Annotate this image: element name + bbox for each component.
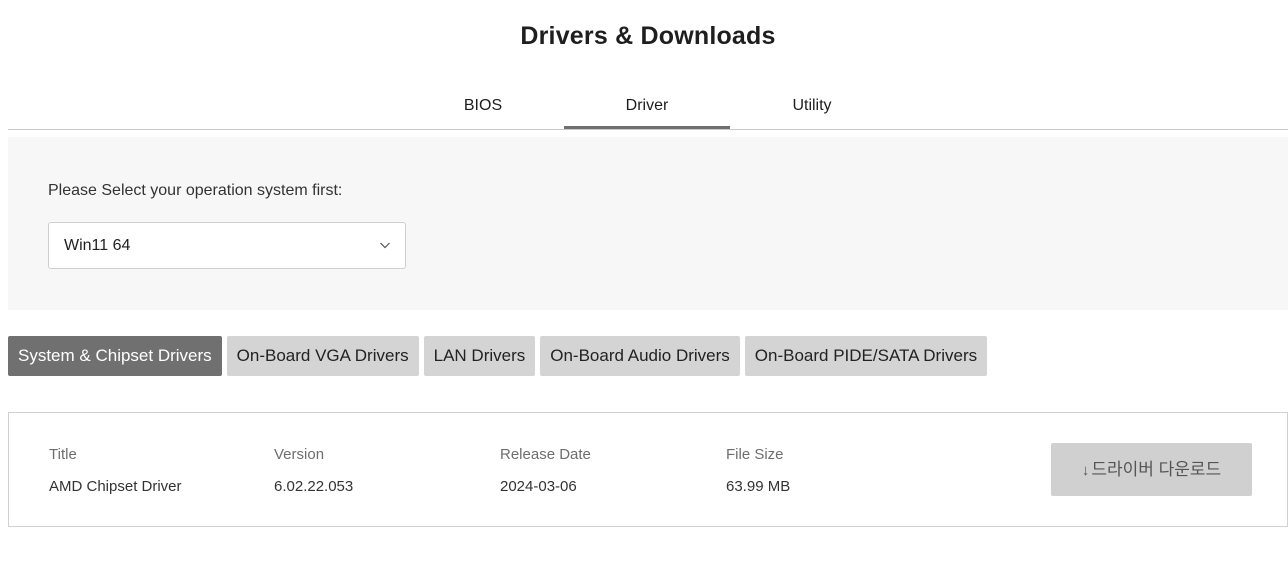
driver-title: AMD Chipset Driver — [49, 478, 182, 495]
tab-utility[interactable]: Utility — [729, 86, 895, 126]
os-selection-panel: Please Select your operation system firs… — [8, 137, 1288, 310]
category-onboard-pide-sata-drivers[interactable]: On-Board PIDE/SATA Drivers — [744, 336, 988, 376]
driver-file-size: 63.99 MB — [726, 478, 791, 495]
driver-release-date: 2024-03-06 — [500, 478, 577, 495]
drivers-downloads-page: Drivers & Downloads BIOS Driver Utility … — [0, 0, 1288, 562]
version-column: Version 6.02.22.053 — [274, 446, 353, 495]
category-system-chipset-drivers[interactable]: System & Chipset Drivers — [8, 336, 222, 376]
release-date-column: Release Date 2024-03-06 — [500, 446, 591, 495]
os-select-dropdown[interactable]: Win11 64 — [48, 222, 406, 269]
download-type-tabs: BIOS Driver Utility — [8, 86, 1288, 130]
driver-version: 6.02.22.053 — [274, 478, 354, 495]
title-column: Title AMD Chipset Driver — [49, 446, 182, 495]
category-onboard-vga-drivers[interactable]: On-Board VGA Drivers — [226, 336, 419, 376]
category-lan-drivers[interactable]: LAN Drivers — [423, 336, 536, 376]
column-header-file-size: File Size — [726, 446, 784, 463]
chevron-down-icon — [380, 242, 390, 249]
tab-bios[interactable]: BIOS — [400, 86, 566, 126]
page-title: Drivers & Downloads — [520, 22, 776, 50]
os-select-label: Please Select your operation system firs… — [48, 182, 343, 199]
os-select-value: Win11 64 — [64, 237, 131, 254]
column-header-release-date: Release Date — [500, 446, 591, 463]
column-header-version: Version — [274, 446, 325, 463]
driver-category-tabs: System & Chipset Drivers On-Board VGA Dr… — [8, 336, 988, 376]
driver-row-card: Title AMD Chipset Driver Version 6.02.22… — [8, 412, 1288, 527]
download-arrow-icon: ↓ — [1081, 462, 1090, 479]
download-driver-button[interactable]: ↓ 드라이버 다운로드 — [1051, 443, 1252, 496]
category-onboard-audio-drivers[interactable]: On-Board Audio Drivers — [540, 336, 740, 376]
download-button-label: 드라이버 다운로드 — [1091, 460, 1222, 479]
file-size-column: File Size 63.99 MB — [726, 446, 790, 495]
tab-driver[interactable]: Driver — [564, 86, 730, 129]
column-header-title: Title — [49, 446, 77, 463]
